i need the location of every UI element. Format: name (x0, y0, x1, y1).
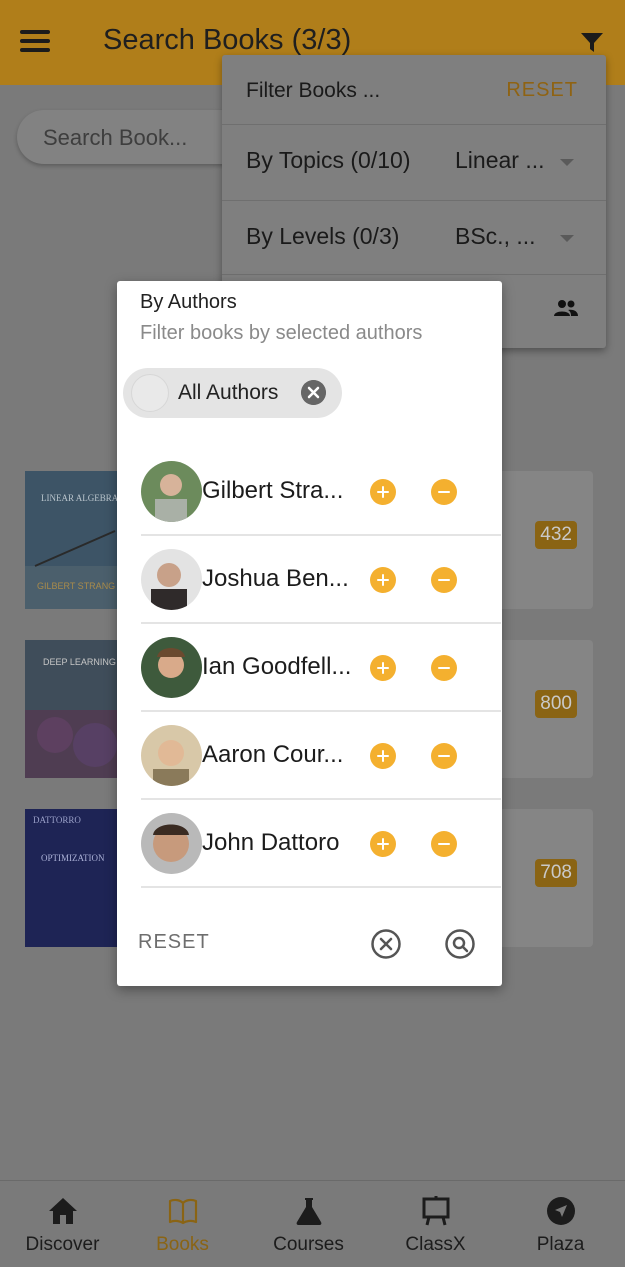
filter-panel-title: Filter Books ... (246, 79, 381, 102)
author-name: Gilbert Stra... (202, 477, 344, 504)
dialog-title: By Authors (140, 291, 237, 313)
include-author-button[interactable] (370, 831, 396, 857)
filter-reset-button[interactable]: RESET (506, 79, 578, 102)
book-count-badge: 708 (535, 859, 577, 887)
close-icon[interactable] (301, 380, 326, 405)
author-row[interactable]: Gilbert Stra... (141, 448, 501, 536)
avatar (141, 549, 202, 610)
avatar (141, 725, 202, 786)
filter-row-value: Linear ... (455, 147, 545, 173)
book-icon (168, 1198, 198, 1225)
dialog-reset-button[interactable]: RESET (138, 931, 210, 954)
filter-icon[interactable] (580, 32, 604, 54)
nav-label: Discover (25, 1234, 100, 1255)
avatar (141, 461, 202, 522)
author-row[interactable]: Joshua Ben... (141, 536, 501, 624)
page-title: Search Books (3/3) (103, 24, 352, 56)
flask-icon (296, 1198, 322, 1225)
cancel-icon[interactable] (370, 928, 402, 960)
book-cover-convex-optimization: DATTORRO OPTIMIZATION (25, 809, 120, 947)
search-placeholder: Search Book... (43, 125, 188, 150)
book-cover-author: DATTORRO (33, 815, 81, 825)
book-count-badge: 432 (535, 521, 577, 549)
book-cover-author: GILBERT STRANG (37, 581, 115, 591)
filter-row-topics[interactable]: By Topics (0/10) Linear ... (222, 124, 606, 200)
dialog-subtitle: Filter books by selected authors (140, 322, 423, 344)
chevron-down-icon (560, 159, 574, 166)
easel-icon (422, 1196, 450, 1226)
book-count-badge: 800 (535, 690, 577, 718)
filter-row-value: BSc., ... (455, 223, 536, 249)
include-author-button[interactable] (370, 743, 396, 769)
exclude-author-button[interactable] (431, 743, 457, 769)
nav-item-discover[interactable]: Discover (0, 1181, 125, 1267)
navigation-icon (547, 1197, 575, 1225)
nav-label: ClassX (405, 1234, 466, 1255)
nav-item-books[interactable]: Books (120, 1181, 245, 1267)
bottom-nav: Discover Books Courses ClassX Plaza (0, 1180, 625, 1267)
chip-avatar (131, 374, 169, 412)
avatar (141, 637, 202, 698)
filter-row-levels[interactable]: By Levels (0/3) BSc., ... (222, 200, 606, 276)
include-author-button[interactable] (370, 479, 396, 505)
book-cover-title: DEEP LEARNING (43, 657, 116, 667)
filter-row-label: By Topics (0/10) (246, 147, 411, 173)
author-name: Aaron Cour... (202, 741, 344, 768)
include-author-button[interactable] (370, 655, 396, 681)
book-cover-title: OPTIMIZATION (41, 853, 105, 863)
all-authors-chip[interactable]: All Authors (123, 368, 342, 418)
author-name: Ian Goodfell... (202, 653, 352, 680)
filter-row-label: By Levels (0/3) (246, 223, 400, 249)
exclude-author-button[interactable] (431, 479, 457, 505)
menu-icon[interactable] (20, 30, 50, 54)
avatar (141, 813, 202, 874)
chevron-down-icon (560, 235, 574, 242)
nav-item-classx[interactable]: ClassX (373, 1181, 498, 1267)
nav-item-courses[interactable]: Courses (246, 1181, 371, 1267)
include-author-button[interactable] (370, 567, 396, 593)
author-row[interactable]: Ian Goodfell... (141, 624, 501, 712)
book-cover-linear-algebra: LINEAR ALGEBRA GILBERT STRANG (25, 471, 120, 609)
home-icon (49, 1198, 77, 1224)
exclude-author-button[interactable] (431, 655, 457, 681)
author-name: Joshua Ben... (202, 565, 349, 592)
authors-dialog: By Authors Filter books by selected auth… (117, 281, 502, 986)
nav-label: Books (156, 1234, 209, 1255)
exclude-author-button[interactable] (431, 567, 457, 593)
author-name: John Dattoro (202, 829, 340, 856)
author-row[interactable]: John Dattoro (141, 800, 501, 888)
author-row[interactable]: Aaron Cour... (141, 712, 501, 800)
people-icon[interactable] (554, 299, 578, 317)
chip-label: All Authors (178, 381, 279, 404)
nav-item-plaza[interactable]: Plaza (498, 1181, 623, 1267)
exclude-author-button[interactable] (431, 831, 457, 857)
search-icon[interactable] (444, 928, 476, 960)
book-cover-title: LINEAR ALGEBRA (41, 493, 119, 503)
nav-label: Courses (273, 1234, 344, 1255)
nav-label: Plaza (536, 1234, 585, 1255)
book-cover-deep-learning: DEEP LEARNING (25, 640, 120, 778)
